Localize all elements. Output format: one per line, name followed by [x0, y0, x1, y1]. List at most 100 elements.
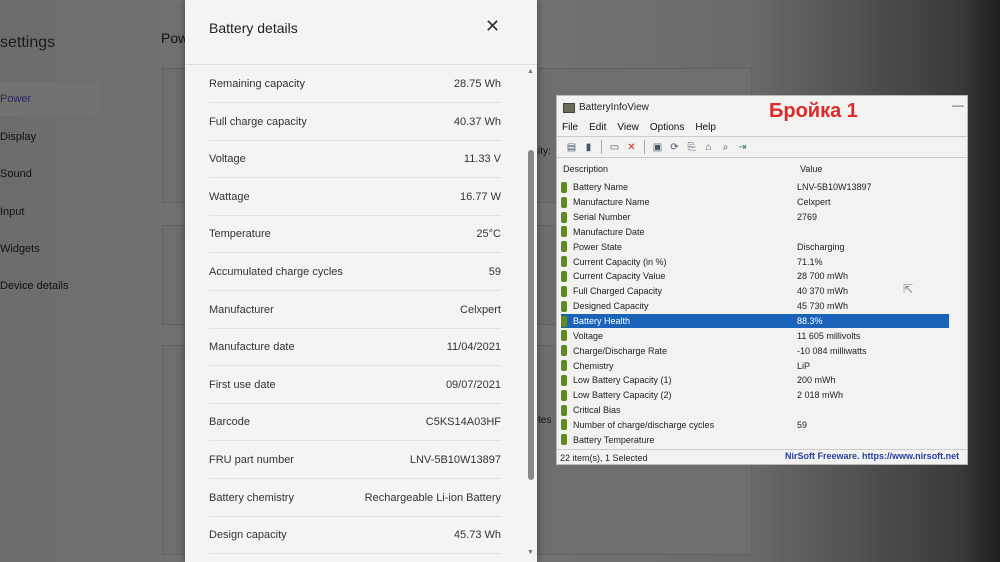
item-value: LNV-5B10W13897	[797, 182, 872, 193]
item-description: Current Capacity (in %)	[573, 256, 667, 267]
item-description: Manufacture Name	[573, 197, 650, 208]
detail-row: Remaining capacity 28.75 Wh	[209, 66, 501, 103]
battery-icon	[561, 419, 567, 431]
list-item[interactable]: Low Battery Capacity (2) 2 018 mWh	[561, 388, 949, 403]
battery-icon	[561, 345, 567, 357]
list-item[interactable]: Power State Discharging	[561, 239, 949, 254]
battery-icon	[561, 434, 567, 446]
detail-value: 11.33 V	[463, 153, 501, 166]
battery-icon	[561, 196, 567, 208]
list-item[interactable]: Number of charge/discharge cycles 59	[561, 418, 949, 433]
item-description: Battery Temperature	[573, 434, 655, 445]
list-item[interactable]: Full Charged Capacity 40 370 mWh	[561, 284, 949, 299]
detail-value: 40.37 Wh	[453, 115, 501, 128]
list-item[interactable]: Critical Bias	[561, 403, 949, 418]
save-icon[interactable]: ▣	[651, 141, 664, 154]
find-icon[interactable]: ⌕	[719, 141, 732, 154]
item-value: 2 018 mWh	[797, 390, 844, 401]
sidebar-item-input[interactable]: Input	[0, 206, 24, 218]
battery-icon[interactable]: ▮	[582, 141, 595, 154]
column-header-value[interactable]: Value	[800, 164, 822, 174]
battery-icon	[561, 300, 567, 312]
battery-icon	[561, 241, 567, 253]
exit-icon[interactable]: ⇥	[736, 141, 749, 154]
detail-value: Rechargeable Li-ion Battery	[364, 491, 501, 504]
item-description: Voltage	[573, 330, 604, 341]
app-icon	[563, 103, 575, 113]
window-icon[interactable]: ▭	[608, 141, 621, 154]
item-description: Manufacture Date	[573, 226, 645, 237]
scroll-down-arrow-icon[interactable]: ▼	[527, 549, 534, 556]
list-item[interactable]: Manufacture Name Celxpert	[561, 195, 949, 210]
detail-value: 45.73 Wh	[453, 529, 501, 542]
detail-label: Full charge capacity	[209, 115, 307, 128]
properties-icon[interactable]: ▤	[565, 141, 578, 154]
item-description: Power State	[573, 241, 623, 252]
item-description: Full Charged Capacity	[573, 286, 663, 297]
item-description: Critical Bias	[573, 405, 621, 416]
item-description: Low Battery Capacity (2)	[573, 390, 672, 401]
sidebar-item-device-details[interactable]: Device details	[0, 280, 68, 292]
list-item[interactable]: Voltage 11 605 millivolts	[561, 329, 949, 344]
battery-icon	[561, 404, 567, 416]
detail-value: 28.75 Wh	[453, 78, 501, 90]
item-value: 28 700 mWh	[797, 271, 849, 282]
menu-bar: File Edit View Options Help	[562, 122, 716, 133]
menu-options[interactable]: Options	[650, 122, 684, 133]
detail-row: Voltage 11.33 V	[209, 141, 501, 179]
list-item[interactable]: Low Battery Capacity (1) 200 mWh	[561, 373, 949, 388]
minimize-icon[interactable]: —	[952, 98, 964, 112]
detail-row: Design capacity 45.73 Wh	[209, 517, 501, 555]
list-item[interactable]: Current Capacity (in %) 71.1%	[561, 254, 949, 269]
menu-help[interactable]: Help	[695, 122, 716, 133]
list-item[interactable]: Chemistry LiP	[561, 358, 949, 373]
menu-file[interactable]: File	[562, 122, 578, 133]
detail-row: Wattage 16.77 W	[209, 179, 501, 216]
scroll-up-arrow-icon[interactable]: ▲	[527, 68, 534, 75]
item-description: Battery Health	[573, 316, 631, 327]
battery-icon	[561, 270, 567, 282]
detail-label: Wattage	[209, 190, 250, 203]
toolbar: ▤ ▮ ▭ ✕ ▣ ⟳ ⎘ ⌂ ⌕ ⇥	[557, 136, 967, 158]
delete-icon[interactable]: ✕	[625, 141, 638, 154]
item-description: Designed Capacity	[573, 301, 649, 312]
scrollbar-thumb[interactable]	[528, 150, 534, 480]
detail-row: Battery chemistry Rechargeable Li-ion Bat…	[209, 480, 501, 517]
list-item[interactable]: Battery Temperature	[561, 432, 949, 447]
item-value: 88.3%	[797, 316, 823, 327]
menu-view[interactable]: View	[617, 122, 639, 133]
item-description: Chemistry	[573, 360, 614, 371]
divider	[185, 64, 537, 65]
column-header-description[interactable]: Description	[563, 164, 608, 174]
list-item[interactable]: Designed Capacity 45 730 mWh	[561, 299, 949, 314]
sidebar-item-sound[interactable]: Sound	[0, 168, 32, 180]
sidebar-item-display[interactable]: Display	[0, 131, 36, 143]
list-item[interactable]: Battery Name LNV-5B10W13897	[561, 180, 949, 195]
settings-peek-text: tes	[538, 415, 552, 426]
item-value: Celxpert	[797, 197, 831, 208]
sidebar-item-widgets[interactable]: Widgets	[0, 243, 40, 255]
list-item[interactable]: Manufacture Date	[561, 225, 949, 240]
detail-label: FRU part number	[209, 454, 294, 466]
list-item[interactable]: Serial Number 2769	[561, 210, 949, 225]
copy-icon[interactable]: ⎘	[685, 141, 698, 154]
nirsoft-link[interactable]: NirSoft Freeware. https://www.nirsoft.ne…	[785, 451, 967, 461]
close-icon[interactable]: ✕	[485, 16, 500, 37]
list-item[interactable]: Charge/Discharge Rate -10 084 milliwatts	[561, 343, 949, 358]
settings-title: settings	[0, 34, 56, 51]
list-item[interactable]: Current Capacity Value 28 700 mWh	[561, 269, 949, 284]
detail-row: Full charge capacity 40.37 Wh	[209, 104, 501, 141]
detail-value: Celxpert	[460, 303, 501, 316]
list-item[interactable]: Battery Health 88.3%	[561, 313, 949, 329]
detail-row: Barcode C5KS14A03HF	[209, 404, 501, 442]
detail-label: Design capacity	[209, 529, 287, 542]
battery-icon	[561, 360, 567, 372]
item-description: Charge/Discharge Rate	[573, 345, 668, 356]
sidebar-item-power[interactable]: Power	[0, 82, 100, 116]
refresh-icon[interactable]: ⟳	[668, 141, 681, 154]
html-report-icon[interactable]: ⌂	[702, 141, 715, 154]
item-value: 45 730 mWh	[797, 301, 849, 312]
panel-title: Battery details	[209, 20, 298, 36]
detail-label: Accumulated charge cycles	[209, 266, 343, 278]
menu-edit[interactable]: Edit	[589, 122, 606, 133]
